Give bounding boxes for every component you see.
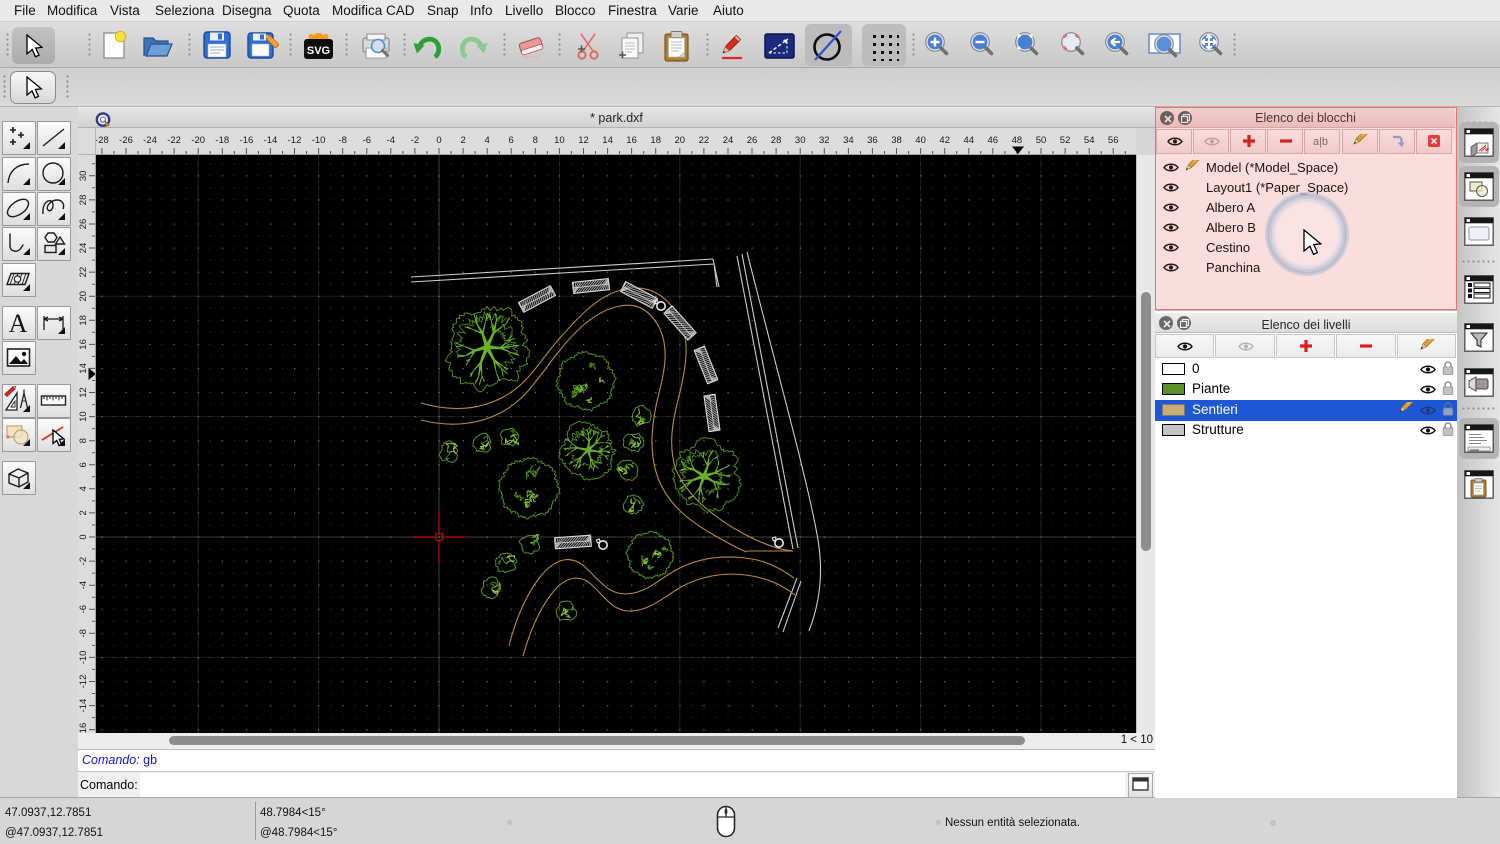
svg-text:12: 12 <box>78 387 89 398</box>
svg-text:-8: -8 <box>78 629 89 637</box>
svg-text:6: 6 <box>509 135 514 146</box>
svg-text:-18: -18 <box>215 135 229 146</box>
svg-text:14: 14 <box>602 135 613 146</box>
svg-text:56: 56 <box>1108 135 1119 146</box>
svg-text:-14: -14 <box>78 699 89 713</box>
svg-text:28: 28 <box>771 135 782 146</box>
svg-text:2: 2 <box>78 510 89 515</box>
svg-text:36: 36 <box>867 135 878 146</box>
svg-text:-26: -26 <box>119 135 133 146</box>
svg-text:34: 34 <box>843 135 854 146</box>
svg-text:18: 18 <box>650 135 661 146</box>
svg-text:6: 6 <box>78 462 89 467</box>
svg-text:44: 44 <box>964 135 975 146</box>
svg-text:24: 24 <box>723 135 734 146</box>
svg-text:-28: -28 <box>96 135 109 146</box>
svg-text:28: 28 <box>78 195 89 206</box>
svg-text:-2: -2 <box>411 135 419 146</box>
svg-text:40: 40 <box>915 135 926 146</box>
svg-text:-6: -6 <box>78 605 89 613</box>
svg-text:32: 32 <box>819 135 830 146</box>
svg-text:8: 8 <box>533 135 538 146</box>
svg-text:52: 52 <box>1060 135 1071 146</box>
svg-text:16: 16 <box>78 339 89 350</box>
svg-text:-10: -10 <box>78 651 89 665</box>
svg-text:30: 30 <box>78 171 89 182</box>
svg-text:-2: -2 <box>78 557 89 565</box>
svg-text:-4: -4 <box>78 581 89 589</box>
svg-text:48: 48 <box>1012 135 1023 146</box>
svg-text:-22: -22 <box>167 135 181 146</box>
svg-text:-4: -4 <box>387 135 395 146</box>
svg-text:-6: -6 <box>363 135 371 146</box>
svg-text:SVG: SVG <box>307 45 330 57</box>
svg-text:-12: -12 <box>288 135 302 146</box>
svg-text:-10: -10 <box>312 135 326 146</box>
svg-text:30: 30 <box>795 135 806 146</box>
svg-text:22: 22 <box>699 135 710 146</box>
svg-text:26: 26 <box>78 219 89 230</box>
svg-text:50: 50 <box>1036 135 1047 146</box>
svg-text:14: 14 <box>78 363 89 374</box>
svg-text:26: 26 <box>747 135 758 146</box>
svg-text:42: 42 <box>939 135 950 146</box>
svg-text:10: 10 <box>78 411 89 422</box>
svg-text:-16: -16 <box>240 135 254 146</box>
svg-text:16: 16 <box>626 135 637 146</box>
svg-text:46: 46 <box>988 135 999 146</box>
svg-text:4: 4 <box>78 486 89 491</box>
svg-text:2: 2 <box>460 135 465 146</box>
svg-text:22: 22 <box>78 267 89 278</box>
svg-text:-24: -24 <box>143 135 157 146</box>
svg-text:20: 20 <box>675 135 686 146</box>
svg-text:-12: -12 <box>78 675 89 689</box>
svg-text:8: 8 <box>78 438 89 443</box>
svg-text:-14: -14 <box>264 135 278 146</box>
svg-text:-20: -20 <box>191 135 205 146</box>
svg-text:38: 38 <box>891 135 902 146</box>
svg-text:4: 4 <box>485 135 490 146</box>
svg-text:18: 18 <box>78 315 89 326</box>
svg-text:24: 24 <box>78 243 89 254</box>
svg-text:20: 20 <box>78 291 89 302</box>
svg-text:54: 54 <box>1084 135 1095 146</box>
svg-text:0: 0 <box>78 534 89 539</box>
svg-text:-16: -16 <box>78 723 89 733</box>
svg-text:12: 12 <box>578 135 589 146</box>
svg-text:10: 10 <box>554 135 565 146</box>
svg-text:0: 0 <box>436 135 441 146</box>
svg-text:A: A <box>9 309 28 338</box>
svg-text:-8: -8 <box>338 135 346 146</box>
